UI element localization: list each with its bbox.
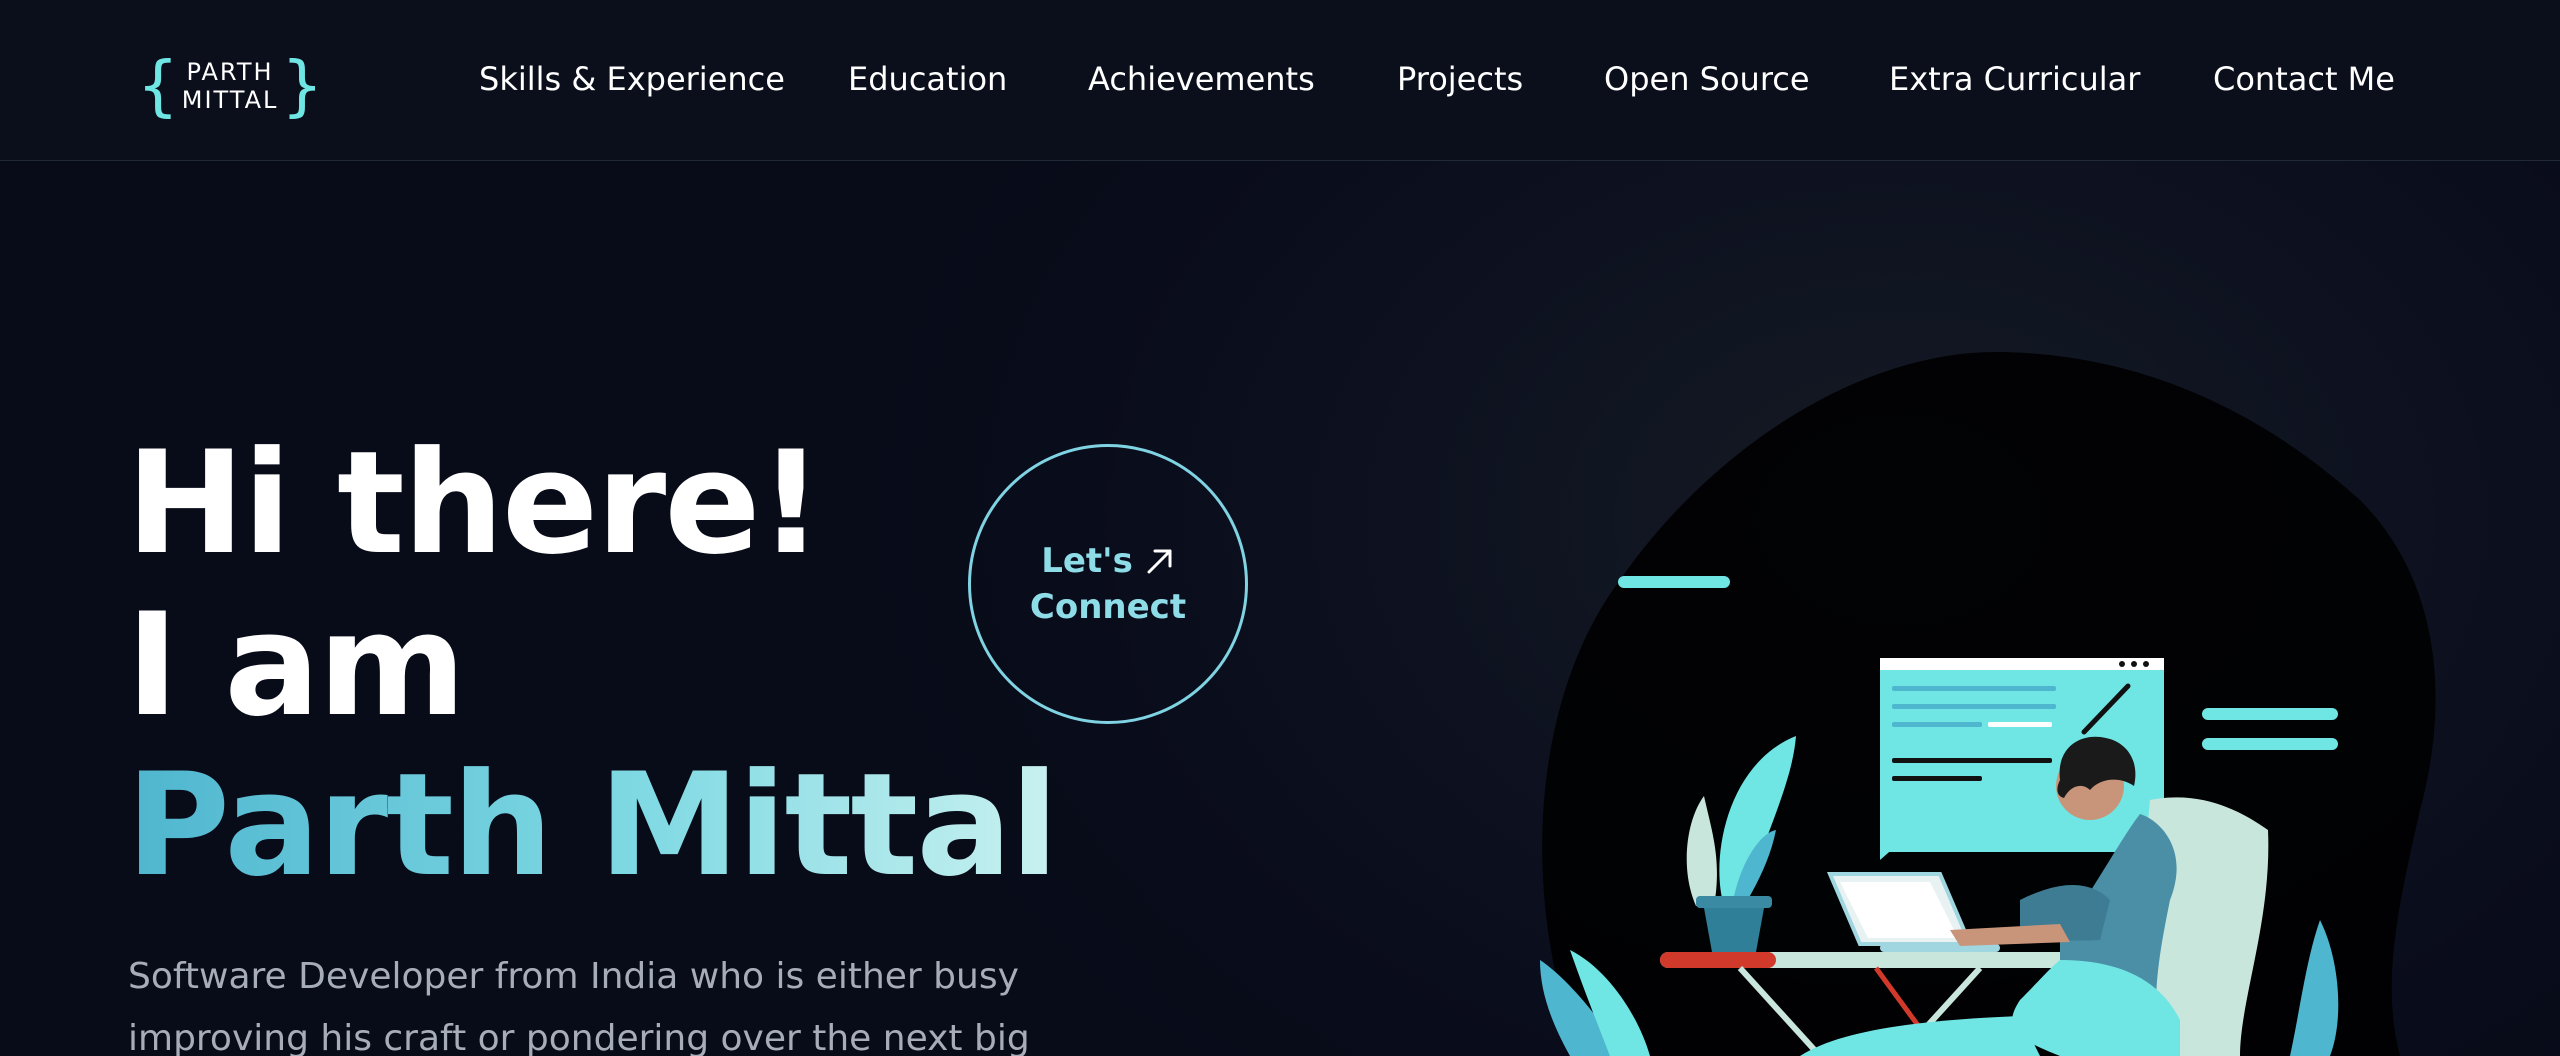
arrow-up-right-icon xyxy=(1147,549,1172,574)
nav-contact-me[interactable]: Contact Me xyxy=(2213,56,2395,102)
logo-line-2: MITTAL xyxy=(181,86,279,114)
developer-illustration xyxy=(1540,351,2436,1056)
logo-text: PARTH MITTAL xyxy=(182,58,279,114)
hero-greeting: Hi there! xyxy=(126,421,823,586)
logo-line-1: PARTH xyxy=(186,58,274,86)
hero-i-am: I am xyxy=(126,583,466,748)
connect-label-2: Connect xyxy=(1029,587,1187,627)
nav-achievements[interactable]: Achievements xyxy=(1088,56,1315,102)
hero-name: Parth Mittal xyxy=(126,743,1059,908)
hero-subtitle: Software Developer from India who is eit… xyxy=(128,956,1030,1056)
accent-line-right-1 xyxy=(2202,708,2338,720)
logo[interactable]: { PARTH MITTAL } xyxy=(138,50,322,122)
logo-open-brace: { xyxy=(138,47,178,124)
nav-open-source[interactable]: Open Source xyxy=(1604,56,1810,102)
logo-close-brace: } xyxy=(282,47,323,124)
nav-skills-experience[interactable]: Skills & Experience xyxy=(479,56,785,102)
nav-projects[interactable]: Projects xyxy=(1397,56,1523,102)
accent-line-left xyxy=(1618,576,1730,588)
site-header: { PARTH MITTAL } Skills & Experience Edu… xyxy=(0,0,2560,161)
nav-extra-curricular[interactable]: Extra Curricular xyxy=(1889,56,2140,102)
connect-line-1: Let's xyxy=(1041,538,1175,584)
accent-line-right-2 xyxy=(2202,738,2338,750)
lets-connect-button[interactable]: Let's Connect xyxy=(968,444,1248,724)
connect-label-1: Let's xyxy=(1041,541,1133,581)
nav-education[interactable]: Education xyxy=(848,56,1007,102)
connect-line-2: Connect xyxy=(1030,584,1186,630)
